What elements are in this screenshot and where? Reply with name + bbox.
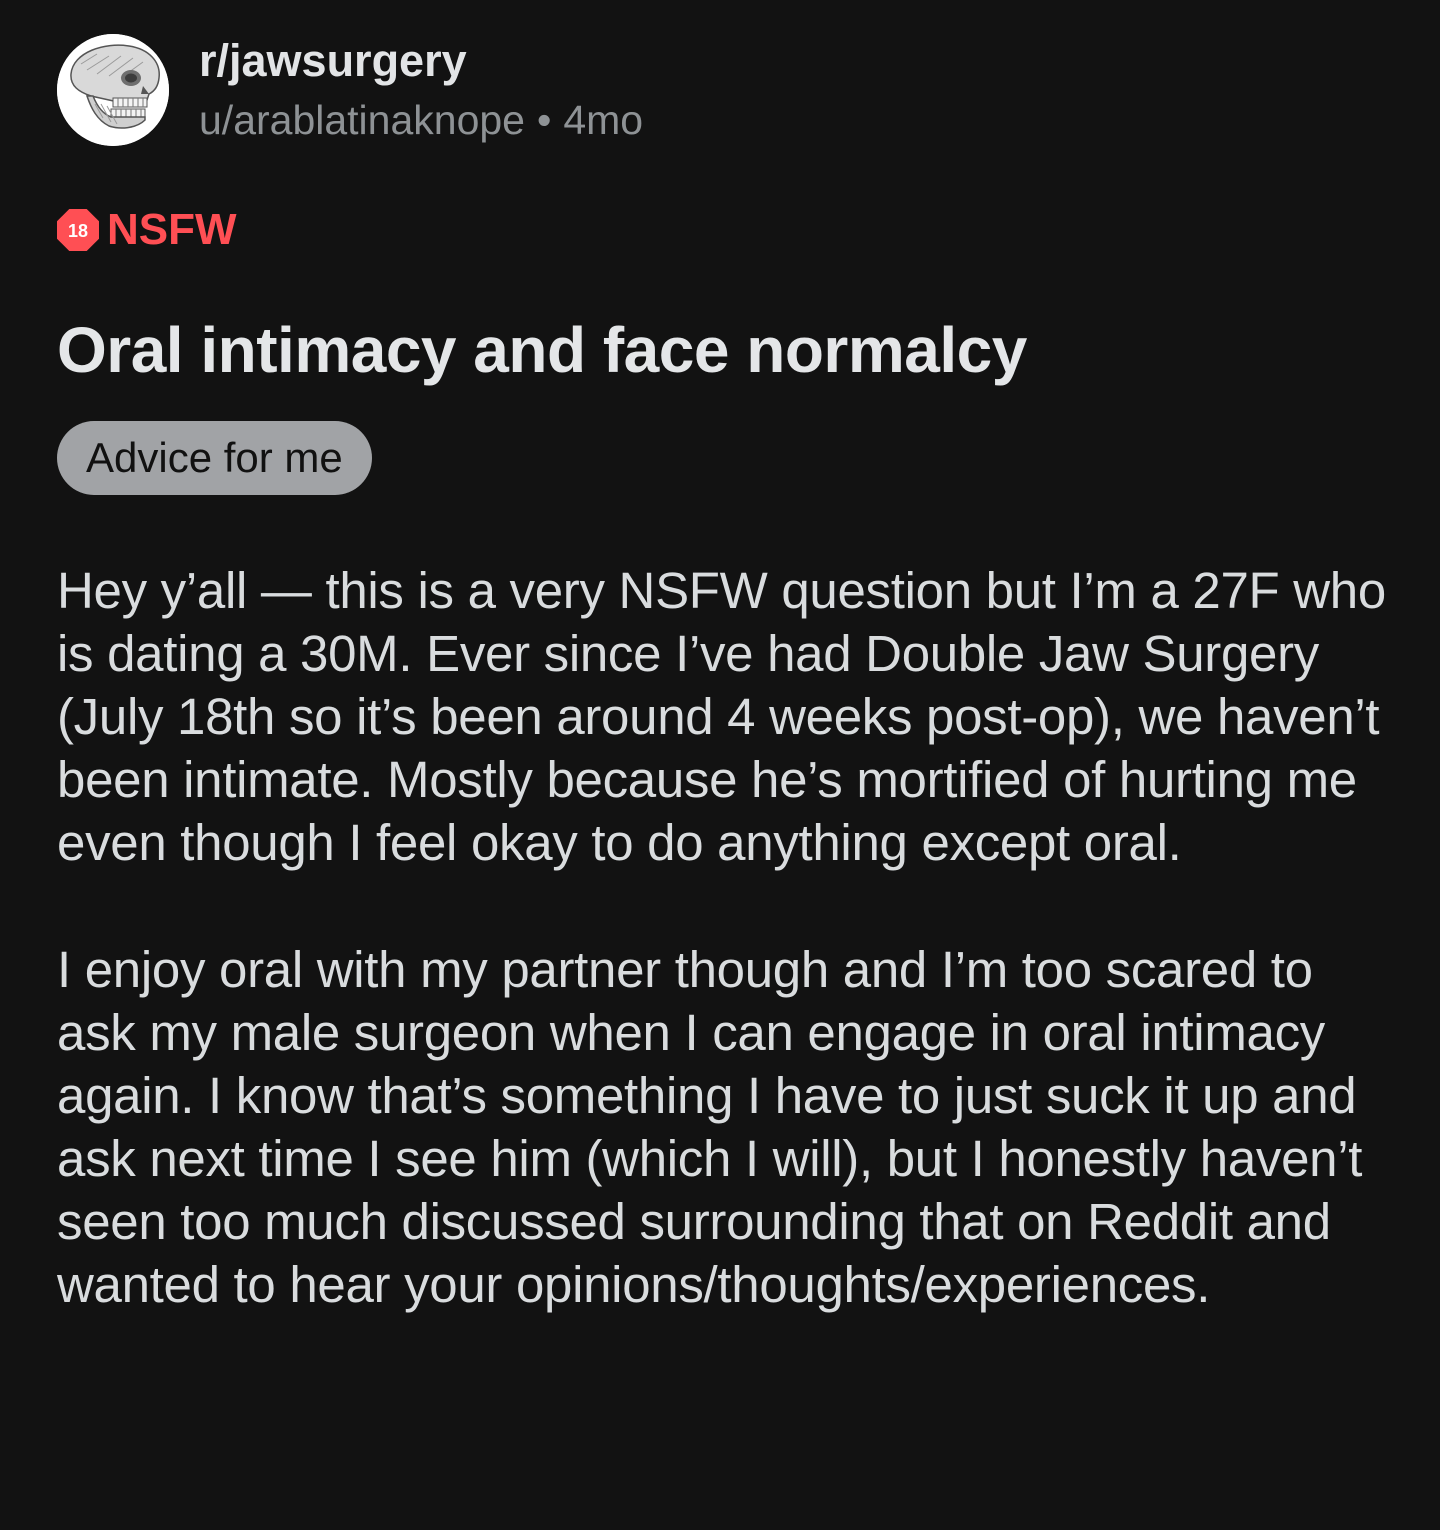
post-flair[interactable]: Advice for me	[57, 421, 372, 495]
post-container: r/jawsurgery u/arablatinaknope • 4mo 18 NS…	[57, 32, 1387, 1316]
meta-separator: •	[536, 96, 552, 143]
post-byline: u/arablatinaknope • 4mo	[199, 94, 643, 146]
nsfw-badge-number: 18	[68, 221, 88, 241]
post-age: 4mo	[563, 96, 644, 143]
post-meta: r/jawsurgery u/arablatinaknope • 4mo	[199, 34, 643, 146]
nsfw-label: NSFW	[107, 205, 237, 254]
post-header: r/jawsurgery u/arablatinaknope • 4mo	[57, 32, 1387, 147]
skull-jaw-icon	[57, 33, 169, 146]
post-title: Oral intimacy and face normalcy	[57, 314, 1027, 386]
nsfw-tag: 18 NSFW	[57, 205, 1387, 255]
nsfw-18-icon: 18	[57, 209, 99, 251]
author-link[interactable]: u/arablatinaknope	[199, 97, 525, 143]
post-body: Hey y’all — this is a very NSFW question…	[57, 559, 1387, 1316]
subreddit-name[interactable]: r/jawsurgery	[199, 34, 643, 88]
post-paragraph: I enjoy oral with my partner though and …	[57, 941, 1363, 1313]
subreddit-avatar[interactable]	[57, 33, 169, 146]
post-paragraph: Hey y’all — this is a very NSFW question…	[57, 562, 1386, 871]
